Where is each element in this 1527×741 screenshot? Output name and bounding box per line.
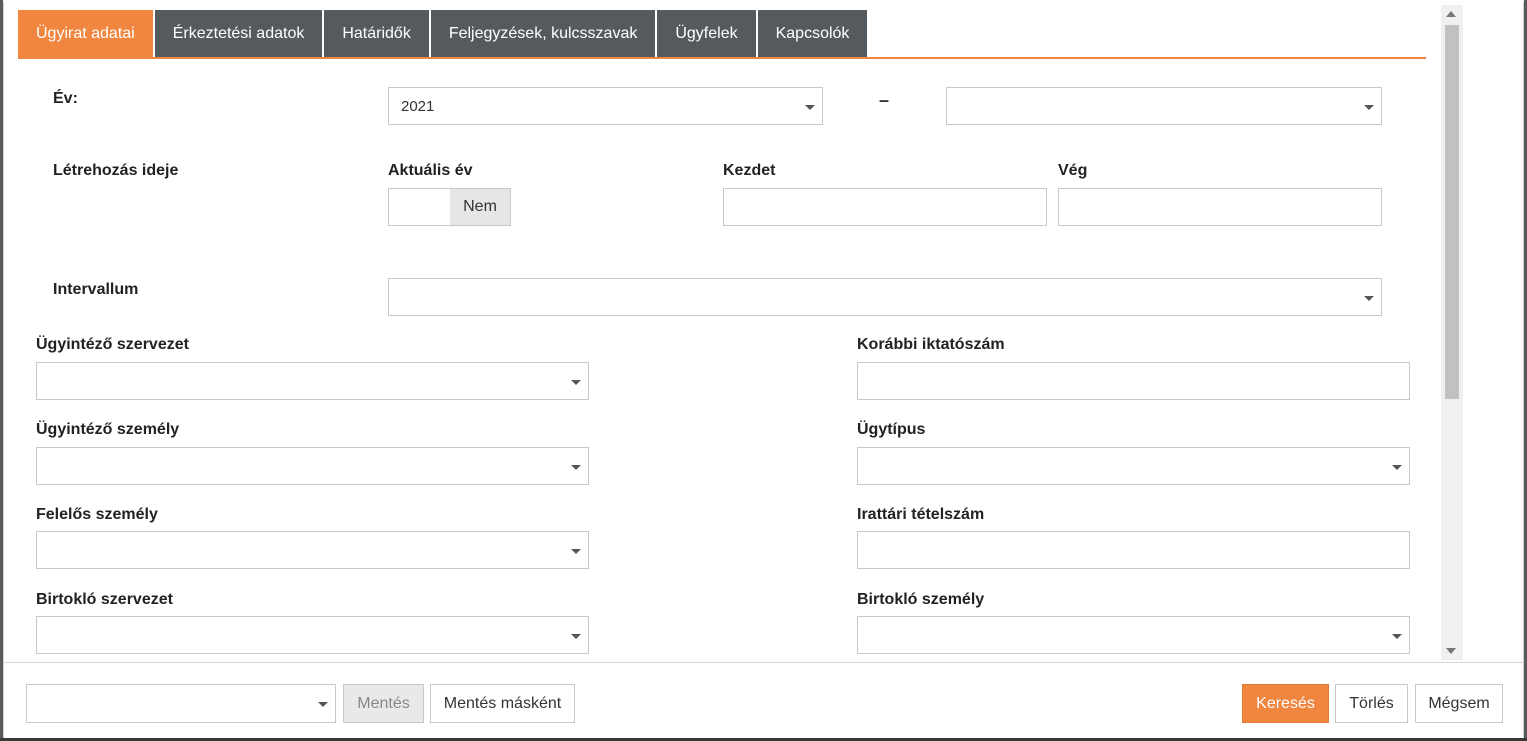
handler-person-select[interactable] <box>36 447 589 485</box>
year-label: Év: <box>53 90 78 107</box>
year-from-value: 2021 <box>401 97 435 115</box>
archive-item-number-input[interactable] <box>857 531 1410 569</box>
clear-button[interactable]: Törlés <box>1335 684 1408 723</box>
saved-search-select[interactable] <box>26 684 336 723</box>
case-type-select[interactable] <box>857 447 1410 485</box>
tab-notes-keywords[interactable]: Feljegyzések, kulcsszavak <box>430 10 656 57</box>
cancel-button[interactable]: Mégsem <box>1415 684 1503 723</box>
chevron-down-icon <box>571 549 581 554</box>
responsible-person-label: Felelős személy <box>36 506 158 523</box>
chevron-down-icon <box>571 634 581 639</box>
end-label: Vég <box>1058 162 1088 179</box>
year-range-separator: – <box>879 90 890 110</box>
current-year-label: Aktuális év <box>388 162 473 179</box>
previous-reg-number-label: Korábbi iktatószám <box>857 336 1005 353</box>
handler-org-select[interactable] <box>36 362 589 400</box>
end-date-input[interactable] <box>1058 188 1382 226</box>
case-type-label: Ügytípus <box>857 421 926 438</box>
previous-reg-number-input[interactable] <box>857 362 1410 400</box>
interval-label: Intervallum <box>53 281 139 298</box>
vertical-scrollbar[interactable] <box>1441 5 1463 660</box>
holder-person-label: Birtokló személy <box>857 591 985 608</box>
holder-person-select[interactable] <box>857 616 1410 654</box>
archive-item-number-label: Irattári tételszám <box>857 506 985 523</box>
creation-time-label: Létrehozás ideje <box>53 162 179 179</box>
handler-org-label: Ügyintéző szervezet <box>36 336 189 353</box>
start-label: Kezdet <box>723 162 776 179</box>
tab-case-data[interactable]: Ügyirat adatai <box>18 10 153 57</box>
holder-org-label: Birtokló szervezet <box>36 591 173 608</box>
chevron-down-icon <box>571 465 581 470</box>
scroll-up-icon[interactable] <box>1446 11 1456 17</box>
responsible-person-select[interactable] <box>36 531 589 569</box>
chevron-down-icon <box>318 702 328 707</box>
chevron-down-icon <box>1364 296 1374 301</box>
tab-clients[interactable]: Ügyfelek <box>657 10 756 57</box>
chevron-down-icon <box>1392 634 1402 639</box>
search-button[interactable]: Keresés <box>1242 684 1329 723</box>
chevron-down-icon <box>1392 465 1402 470</box>
chevron-down-icon <box>571 380 581 385</box>
footer-divider <box>3 662 1524 663</box>
scroll-down-icon[interactable] <box>1446 648 1456 654</box>
toggle-state-text: Nem <box>450 189 510 225</box>
year-to-select[interactable] <box>946 87 1382 125</box>
interval-select[interactable] <box>388 278 1382 316</box>
scrollbar-thumb[interactable] <box>1445 25 1459 399</box>
tab-deadlines[interactable]: Határidők <box>324 10 429 57</box>
chevron-down-icon <box>1364 105 1374 110</box>
chevron-down-icon <box>805 105 815 110</box>
handler-person-label: Ügyintéző személy <box>36 421 180 438</box>
tab-registration-data[interactable]: Érkeztetési adatok <box>154 10 323 57</box>
tab-bar: Ügyirat adatai Érkeztetési adatok Határi… <box>18 10 868 57</box>
save-button[interactable]: Mentés <box>343 684 424 723</box>
start-date-input[interactable] <box>723 188 1047 226</box>
holder-org-select[interactable] <box>36 616 589 654</box>
save-as-button[interactable]: Mentés másként <box>430 684 575 723</box>
tab-links[interactable]: Kapcsolók <box>757 10 868 57</box>
toggle-handle <box>389 189 450 225</box>
tab-underline <box>18 57 1426 59</box>
current-year-toggle[interactable]: Nem <box>388 188 511 226</box>
year-from-select[interactable]: 2021 <box>388 87 823 125</box>
